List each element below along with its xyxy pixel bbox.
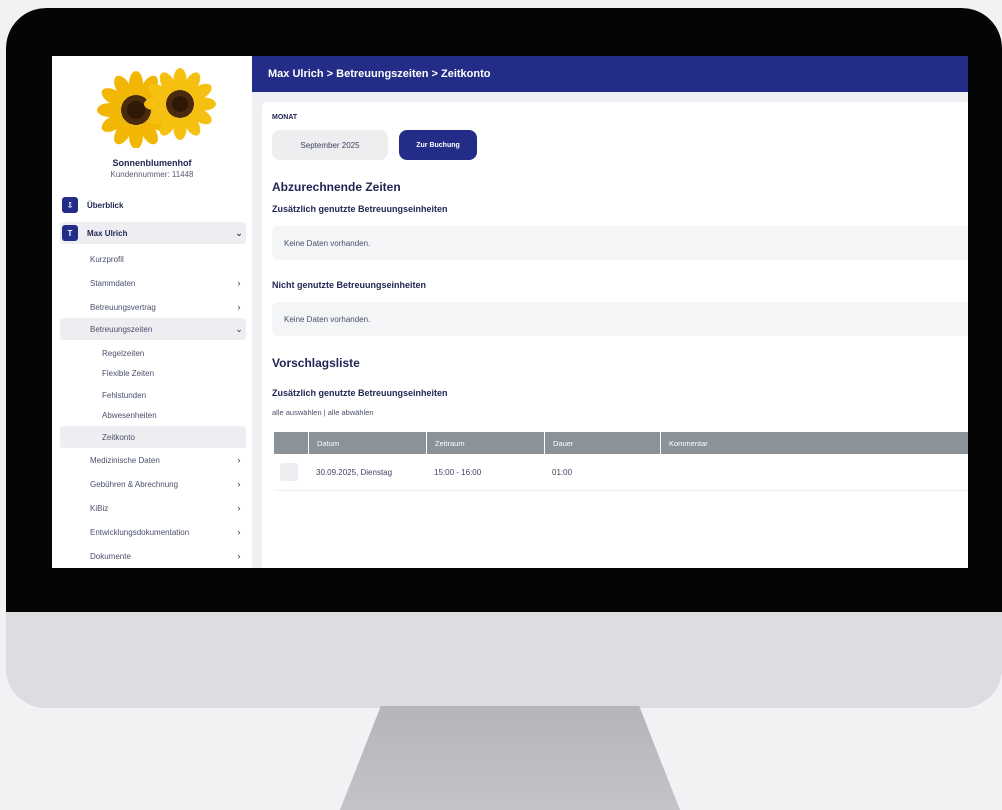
sunflower-logo [97,68,216,148]
select-all-links[interactable]: alle auswählen | alle abwählen [272,408,374,417]
monitor-chin [6,612,1002,708]
sidebar-item-medizinische-daten[interactable]: Medizinische Daten › [60,449,246,471]
table-header: Datum Zeitraum Dauer Kommentar [274,432,968,454]
sidebar-item-overview[interactable]: ⇩ Überblick [60,194,246,216]
sidebar-item-label: Fehlstunden [102,390,147,400]
table-row[interactable]: 30.09.2025, Dienstag 15:00 - 16:00 01:00 [274,454,968,491]
month-label: MONAT [272,114,298,121]
chevron-down-icon: ⌄ [235,323,243,334]
sidebar-item-label: Betreuungsvertrag [90,302,156,312]
sidebar-item-label: Dokumente [90,551,131,561]
sidebar-item-abwesenheiten[interactable]: Abwesenheiten [60,404,246,426]
sidebar-item-kibiz[interactable]: KiBiz › [60,497,246,519]
sidebar-item-label: Betreuungszeiten [90,324,153,334]
app-screen: Sonnenblumenhof Kundennummer: 11448 ⇩ Üb… [52,56,968,568]
sidebar-item-label: Zeitkonto [102,432,135,442]
cell-datum: 30.09.2025, Dienstag [316,467,393,477]
monitor-stand [340,706,680,810]
sidebar-item-kurzprofil[interactable]: Kurzprofil [60,248,246,270]
chevron-right-icon: › [237,302,241,312]
chevron-down-icon: ⌄ [235,227,243,238]
sidebar-item-betreuungszeiten[interactable]: Betreuungszeiten ⌄ [60,318,246,340]
section-title-billable: Abzurechnende Zeiten [272,180,401,194]
table-header-dauer[interactable]: Dauer [544,432,660,454]
sidebar-item-fehlstunden[interactable]: Fehlstunden [60,384,246,406]
sidebar-item-betreuungsvertrag[interactable]: Betreuungsvertrag › [60,296,246,318]
chevron-right-icon: › [237,278,241,288]
sidebar: Sonnenblumenhof Kundennummer: 11448 ⇩ Üb… [52,56,253,568]
sidebar-item-label: Überblick [87,200,124,210]
booking-button[interactable]: Zur Buchung [399,130,477,160]
sidebar-item-label: Gebühren & Abrechnung [90,479,179,489]
chevron-right-icon: › [237,503,241,513]
month-selector[interactable]: September 2025 [272,130,388,160]
sidebar-item-label: Regelzeiten [102,348,145,358]
org-name: Sonnenblumenhof [112,158,192,168]
sidebar-item-child[interactable]: T Max Ulrich ⌄ [60,222,246,244]
sidebar-item-label: Medizinische Daten [90,455,160,465]
sidebar-item-label: Entwicklungsdokumentation [90,527,190,537]
table-header-zeitraum[interactable]: Zeitraum [426,432,544,454]
sidebar-item-label: Kurzprofil [90,254,124,264]
sidebar-item-entwicklungsdokumentation[interactable]: Entwicklungsdokumentation › [60,521,246,543]
chevron-right-icon: › [237,455,241,465]
row-checkbox[interactable] [280,463,298,481]
empty-state-unused: Keine Daten vorhanden. [272,302,968,336]
sidebar-item-regelzeiten[interactable]: Regelzeiten [60,342,246,364]
sidebar-item-label: Max Ulrich [87,228,128,238]
cell-dauer: 01:00 [552,467,573,477]
subsection-unused-units: Nicht genutzte Betreuungseinheiten [272,280,427,290]
sidebar-item-stammdaten[interactable]: Stammdaten › [60,272,246,294]
cell-kommentar[interactable] [660,454,968,490]
sidebar-item-label: Abwesenheiten [102,410,157,420]
customer-number: Kundennummer: 11448 [110,170,194,179]
sidebar-item-flexible-zeiten[interactable]: Flexible Zeiten [60,362,246,384]
table-header-select [274,432,308,454]
sidebar-item-label: Flexible Zeiten [102,368,155,378]
subsection-suggestions-units: Zusätzlich genutzte Betreuungseinheiten [272,388,448,398]
table-header-datum[interactable]: Datum [308,432,426,454]
empty-state-additional: Keine Daten vorhanden. [272,226,968,260]
chevron-right-icon: › [237,479,241,489]
sidebar-item-gebuehren[interactable]: Gebühren & Abrechnung › [60,473,246,495]
child-initial-badge: T [62,225,78,241]
subsection-additional-units: Zusätzlich genutzte Betreuungseinheiten [272,204,448,214]
table-header-kommentar[interactable]: Kommentar [660,432,968,454]
cell-zeitraum: 15:00 - 16:00 [434,467,482,477]
sidebar-item-dokumente[interactable]: Dokumente › [60,545,246,567]
download-icon: ⇩ [62,197,78,213]
chevron-right-icon: › [237,551,241,561]
breadcrumb: Max Ulrich > Betreuungszeiten > Zeitkont… [252,56,968,92]
sidebar-item-zeitkonto[interactable]: Zeitkonto [60,426,246,448]
sidebar-item-label: Stammdaten [90,278,136,288]
main-content: MONAT September 2025 Zur Buchung Abzurec… [262,102,968,568]
sidebar-item-label: KiBiz [90,503,109,513]
section-title-suggestions: Vorschlagsliste [272,356,360,370]
chevron-right-icon: › [237,527,241,537]
